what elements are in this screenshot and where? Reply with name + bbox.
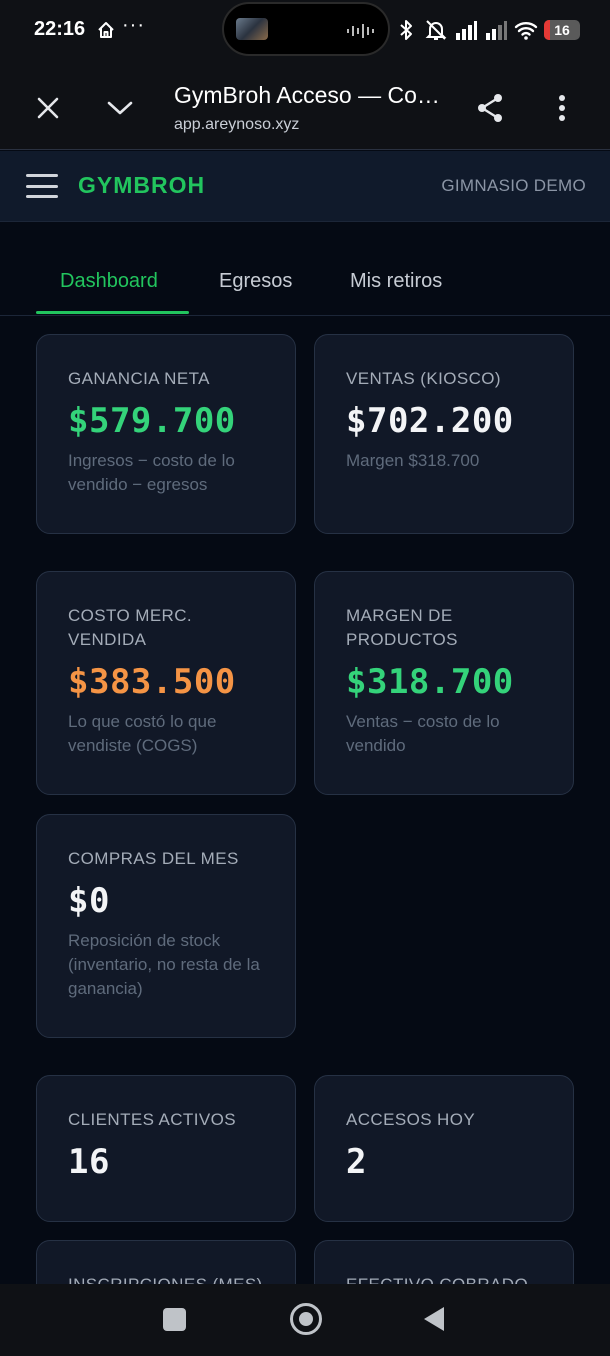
signal-icon-2 (486, 21, 507, 40)
close-icon (37, 97, 59, 119)
card-subtext: Reposición de stock (inventario, no rest… (68, 931, 260, 998)
battery-level-fill (544, 20, 550, 40)
chevron-down-icon (107, 101, 133, 115)
home-button[interactable] (290, 1303, 322, 1335)
card-subtext: Ingresos − costo de lo vendido − egresos (68, 451, 235, 494)
card-label: MARGEN DE PRODUCTOS (346, 606, 458, 649)
card-subtext: Margen $318.700 (346, 451, 480, 470)
card-label: ACCESOS HOY (346, 1110, 476, 1129)
card-clientes-activos: CLIENTES ACTIVOS 16 (36, 1075, 296, 1222)
status-icons: 16 (394, 16, 580, 44)
card-value: $0 (68, 881, 110, 921)
card-label: GANANCIA NETA (68, 369, 210, 388)
card-ventas-kiosco: VENTAS (KIOSCO) $702.200 Margen $318.700 (314, 334, 574, 534)
browser-toolbar: GymBroh Acceso — Control app.areynoso.xy… (0, 62, 610, 150)
battery-level-text: 16 (554, 22, 570, 38)
card-compras-del-mes: COMPRAS DEL MES $0 Reposición de stock (… (36, 814, 296, 1038)
back-button[interactable] (424, 1307, 444, 1331)
bluetooth-icon (400, 20, 412, 40)
card-label: CLIENTES ACTIVOS (68, 1110, 236, 1129)
home-icon (98, 22, 114, 38)
app-header: GYMBROH GIMNASIO DEMO (0, 151, 610, 222)
status-time: 22:16 (34, 18, 86, 40)
active-tab-indicator (36, 311, 189, 314)
system-navigation-bar (0, 1284, 610, 1356)
card-value: $318.700 (346, 662, 514, 702)
dynamic-island[interactable] (222, 2, 390, 56)
gym-name: GIMNASIO DEMO (441, 176, 586, 195)
tab-mis-retiros[interactable]: Mis retiros (350, 270, 442, 293)
recent-apps-button[interactable] (163, 1308, 186, 1331)
card-margen-productos: MARGEN DE PRODUCTOS $318.700 Ventas − co… (314, 571, 574, 795)
share-button[interactable] (470, 88, 510, 128)
signal-icon (456, 21, 477, 40)
more-options-button[interactable] (546, 88, 578, 128)
card-value: 2 (346, 1142, 367, 1182)
card-value: 16 (68, 1142, 110, 1182)
close-tab-button[interactable] (30, 90, 66, 126)
status-more-dots: ··· (122, 14, 145, 36)
tab-dashboard[interactable]: Dashboard (60, 270, 158, 293)
brand-logo-text[interactable]: GYMBROH (78, 172, 205, 199)
page-url[interactable]: app.areynoso.xyz (174, 116, 299, 134)
more-vert-icon (559, 95, 565, 121)
card-value: $383.500 (68, 662, 236, 702)
card-subtext: Lo que costó lo que vendiste (COGS) (68, 712, 217, 755)
card-subtext: Ventas − costo de lo vendido (346, 712, 500, 755)
minimize-button[interactable] (102, 90, 138, 126)
media-thumbnail (236, 18, 268, 40)
bell-muted-icon (425, 20, 447, 40)
page-title: GymBroh Acceso — Control (174, 82, 444, 108)
card-value: $579.700 (68, 401, 236, 441)
card-label: COMPRAS DEL MES (68, 849, 239, 868)
card-label: COSTO MERC. VENDIDA (68, 606, 193, 649)
card-accesos-hoy: ACCESOS HOY 2 (314, 1075, 574, 1222)
audio-wave-icon (347, 24, 374, 38)
tab-bar: Dashboard Egresos Mis retiros (0, 222, 610, 316)
card-costo-merc-vendida: COSTO MERC. VENDIDA $383.500 Lo que cost… (36, 571, 296, 795)
wifi-icon (514, 22, 538, 40)
card-ganancia-neta: GANANCIA NETA $579.700 Ingresos − costo … (36, 334, 296, 534)
card-label: VENTAS (KIOSCO) (346, 369, 501, 388)
battery-indicator: 16 (544, 20, 580, 40)
status-bar: 22:16 ··· 16 (0, 0, 610, 62)
share-icon (478, 94, 502, 122)
hamburger-menu-icon[interactable] (26, 171, 58, 201)
card-value: $702.200 (346, 401, 514, 441)
tab-egresos[interactable]: Egresos (219, 270, 292, 293)
